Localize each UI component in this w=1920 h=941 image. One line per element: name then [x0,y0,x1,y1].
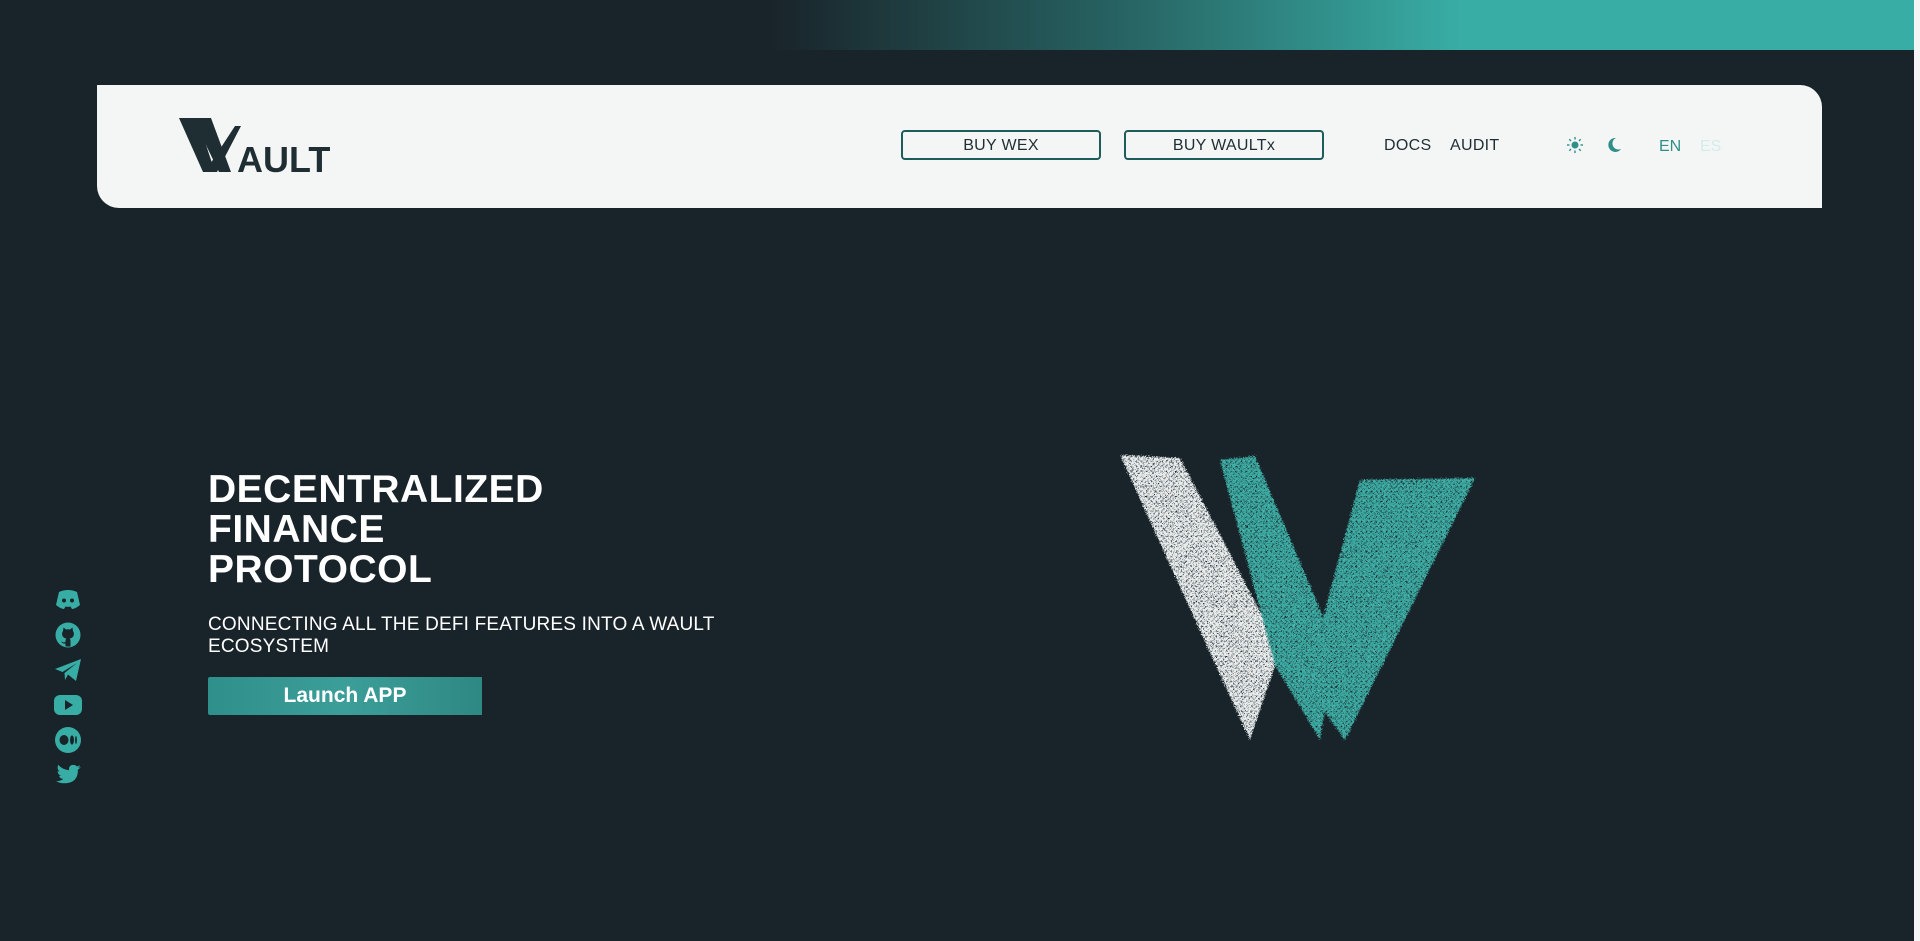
telegram-icon[interactable] [53,656,83,684]
medium-icon[interactable] [53,726,83,754]
hero-title: DECENTRALIZED FINANCE PROTOCOL [208,470,544,590]
wault-particle-logo [1100,440,1500,760]
wault-logo-mark: AULT [179,118,330,174]
buy-wex-button[interactable]: BUY WEX [901,130,1101,160]
hero-title-line: PROTOCOL [208,548,433,591]
youtube-icon[interactable] [53,691,83,719]
hero-title-line: FINANCE [208,508,385,551]
hero-title-line: DECENTRALIZED [208,468,544,511]
discord-icon[interactable] [53,586,83,614]
twitter-icon[interactable] [53,761,83,789]
language-en[interactable]: EN [1659,138,1681,156]
nav-docs-link[interactable]: DOCS [1384,137,1431,155]
language-es[interactable]: ES [1700,138,1721,156]
hero-subtitle: CONNECTING ALL THE DEFI FEATURES INTO A … [208,614,715,657]
github-icon[interactable] [53,621,83,649]
scrollbar-track[interactable] [1914,0,1920,941]
top-accent-gradient [770,0,1920,50]
moon-icon[interactable] [1605,136,1623,154]
launch-app-button[interactable]: Launch APP [208,677,482,715]
logo-text: AULT [237,139,330,174]
buy-waultx-button[interactable]: BUY WAULTx [1124,130,1324,160]
nav-audit-link[interactable]: AUDIT [1450,137,1500,155]
sun-icon[interactable] [1566,136,1584,154]
wault-logo[interactable]: AULT [179,118,339,174]
navbar: AULT BUY WEX BUY WAULTx DOCS AUDIT EN ES [97,85,1822,208]
social-links [53,586,83,796]
